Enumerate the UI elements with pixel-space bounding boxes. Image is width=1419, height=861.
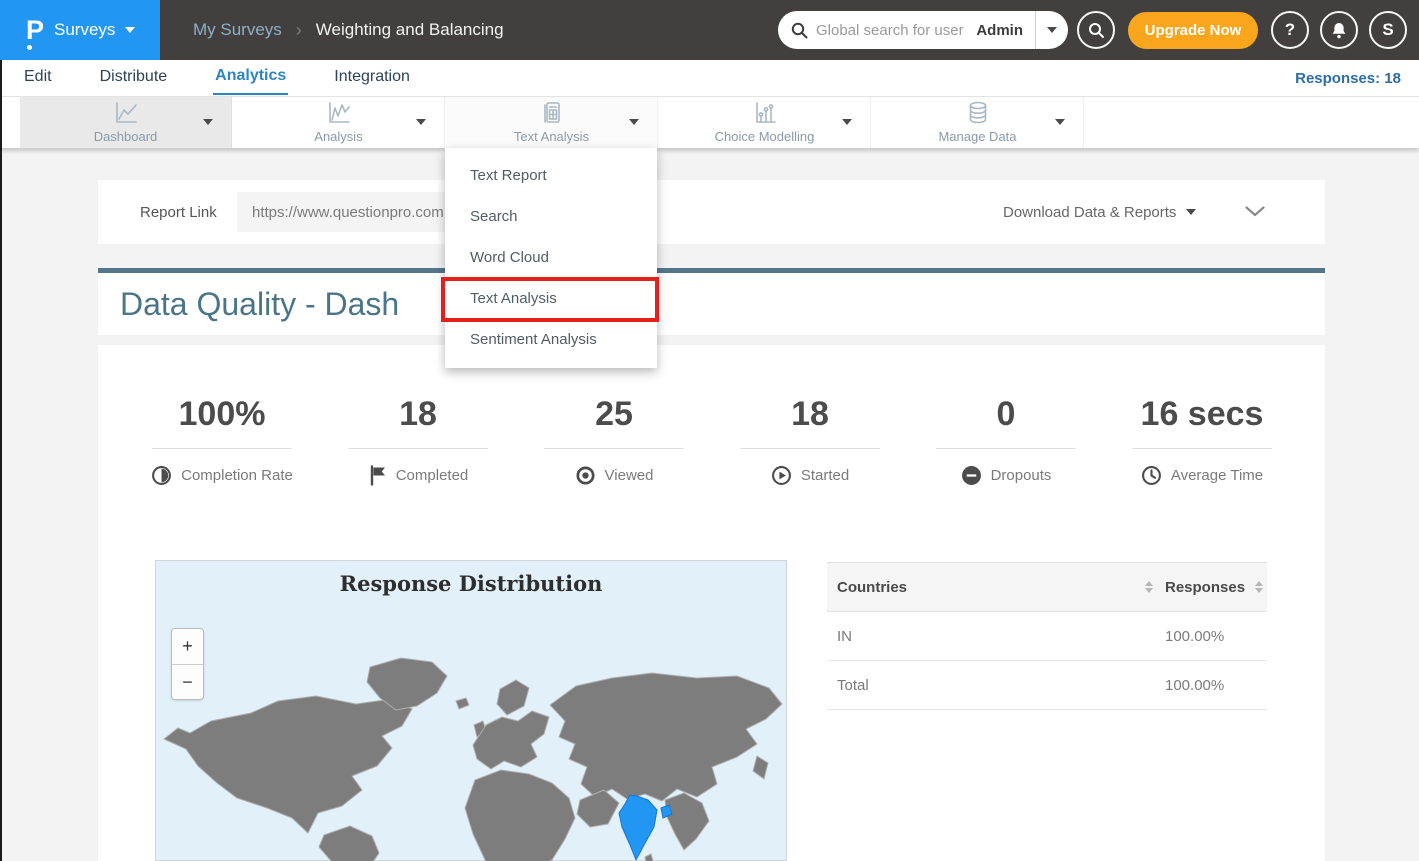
- toolbar-tab-dashboard[interactable]: Dashboard: [20, 97, 232, 148]
- search-submit-button[interactable]: [1077, 11, 1115, 49]
- search-icon: [1088, 22, 1105, 39]
- menu-item-sentiment-analysis[interactable]: Sentiment Analysis: [445, 319, 657, 360]
- document-icon: [446, 100, 657, 126]
- breadcrumb-my-surveys[interactable]: My Surveys: [193, 20, 282, 40]
- country-india-highlight: [619, 795, 657, 860]
- dashboard-card: 100% Completion Rate 18: [98, 345, 1325, 861]
- continent-asia: [550, 673, 782, 801]
- response-distribution-panel: Response Distribution + −: [155, 560, 787, 861]
- chevron-down-icon[interactable]: [416, 119, 426, 125]
- download-data-reports-dropdown[interactable]: Download Data & Reports: [1003, 180, 1196, 244]
- menu-item-word-cloud[interactable]: Word Cloud: [445, 237, 657, 278]
- analysis-chart-icon: [233, 100, 444, 126]
- menu-item-text-analysis[interactable]: Text Analysis: [445, 278, 657, 319]
- toolbar-tab-analysis[interactable]: Analysis: [233, 97, 445, 148]
- chevron-down-icon: [1245, 206, 1265, 217]
- responses-count: Responses: 18: [1295, 60, 1401, 97]
- tab-edit[interactable]: Edit: [22, 62, 54, 94]
- minus-circle-icon: [961, 465, 982, 486]
- text-analysis-dropdown-menu: Text Report Search Word Cloud Text Analy…: [445, 148, 657, 368]
- surveys-menu-button[interactable]: P Surveys: [0, 0, 160, 60]
- database-icon: [872, 100, 1083, 127]
- eye-icon: [575, 465, 596, 486]
- toolbar-tab-manage-data[interactable]: Manage Data: [872, 97, 1084, 148]
- flag-icon: [368, 465, 387, 486]
- stat-completion-rate: 100% Completion Rate: [124, 395, 320, 486]
- chevron-down-icon: [1047, 27, 1057, 33]
- continent-north-america: [164, 696, 412, 833]
- table-row-total: Total 100.00%: [827, 661, 1267, 710]
- play-icon: [771, 465, 792, 486]
- chevron-down-icon[interactable]: [1055, 119, 1065, 125]
- user-avatar[interactable]: S: [1369, 11, 1407, 49]
- report-link-label: Report Link: [140, 180, 217, 244]
- chevron-down-icon[interactable]: [629, 119, 639, 125]
- menu-item-search[interactable]: Search: [445, 196, 657, 237]
- continent-europe: [473, 711, 549, 769]
- tab-integration[interactable]: Integration: [332, 62, 412, 94]
- responses-cell: 100.00%: [1165, 677, 1224, 694]
- menu-item-text-report[interactable]: Text Report: [445, 155, 657, 196]
- search-scope-dropdown[interactable]: [1035, 11, 1068, 49]
- world-map[interactable]: [156, 649, 788, 861]
- column-header-responses[interactable]: Responses: [1165, 579, 1245, 596]
- page-title: Data Quality - Dash: [120, 273, 399, 335]
- country-cell: Total: [837, 677, 869, 694]
- breadcrumb: My Surveys › Weighting and Balancing: [193, 0, 504, 60]
- continent-south-america: [319, 826, 379, 861]
- questionpro-logo-icon: P: [26, 17, 44, 44]
- bell-icon: [1331, 22, 1347, 39]
- search-scope-selector[interactable]: Admin: [970, 22, 1035, 39]
- toolbar-tab-text-analysis[interactable]: Text Analysis: [446, 97, 658, 148]
- chevron-down-icon: [125, 27, 135, 33]
- sort-icon[interactable]: [1145, 581, 1153, 593]
- upgrade-now-button[interactable]: Upgrade Now: [1128, 12, 1258, 49]
- tab-distribute[interactable]: Distribute: [98, 62, 170, 94]
- table-header: Countries Responses: [827, 562, 1267, 612]
- tab-analytics[interactable]: Analytics: [213, 61, 288, 95]
- survey-nav: Edit Distribute Analytics Integration Re…: [0, 60, 1419, 97]
- column-header-countries[interactable]: Countries: [837, 579, 907, 596]
- sort-icon[interactable]: [1255, 581, 1263, 593]
- global-search: Admin: [778, 11, 1068, 49]
- notifications-button[interactable]: [1320, 11, 1358, 49]
- toolbar-tab-choice-modelling[interactable]: Choice Modelling: [659, 97, 871, 148]
- title-card: Data Quality - Dash: [98, 268, 1325, 335]
- help-button[interactable]: ?: [1271, 11, 1309, 49]
- country-cell: IN: [837, 628, 852, 645]
- map-title: Response Distribution: [156, 571, 786, 596]
- search-input[interactable]: [816, 22, 970, 39]
- chevron-down-icon[interactable]: [842, 119, 852, 125]
- report-link-card: Report Link Download Data & Reports: [98, 180, 1325, 244]
- stat-completed: 18 Completed: [320, 395, 516, 486]
- viewport-edge: [0, 60, 2, 861]
- stats-row: 100% Completion Rate 18: [124, 395, 1300, 486]
- responses-cell: 100.00%: [1165, 628, 1224, 645]
- stat-viewed: 25 Viewed: [516, 395, 712, 486]
- question-mark-icon: ?: [1285, 20, 1295, 40]
- countries-table: Countries Responses IN 100.00% Total 100…: [827, 562, 1267, 710]
- stat-started: 18 Started: [712, 395, 908, 486]
- scatter-chart-icon: [659, 100, 870, 126]
- collapse-section-button[interactable]: [1245, 204, 1265, 222]
- chevron-down-icon: [1186, 209, 1196, 215]
- stat-average-time: 16 secs Average Time: [1104, 395, 1300, 486]
- analytics-toolbar: Dashboard Analysis: [0, 97, 1419, 148]
- chevron-down-icon[interactable]: [203, 119, 213, 125]
- page: P Surveys My Surveys › Weighting and Bal…: [0, 0, 1419, 861]
- clock-icon: [1141, 465, 1162, 486]
- breadcrumb-separator-icon: ›: [296, 20, 302, 41]
- continent-africa: [465, 770, 575, 861]
- stat-dropouts: 0 Dropouts: [908, 395, 1104, 486]
- search-icon: [791, 22, 808, 39]
- product-label: Surveys: [54, 20, 115, 40]
- breadcrumb-current: Weighting and Balancing: [316, 20, 504, 40]
- avatar-letter: S: [1382, 20, 1393, 40]
- completion-rate-icon: [151, 465, 172, 486]
- line-chart-icon: [20, 100, 231, 126]
- top-bar: P Surveys My Surveys › Weighting and Bal…: [0, 0, 1419, 60]
- table-row: IN 100.00%: [827, 612, 1267, 661]
